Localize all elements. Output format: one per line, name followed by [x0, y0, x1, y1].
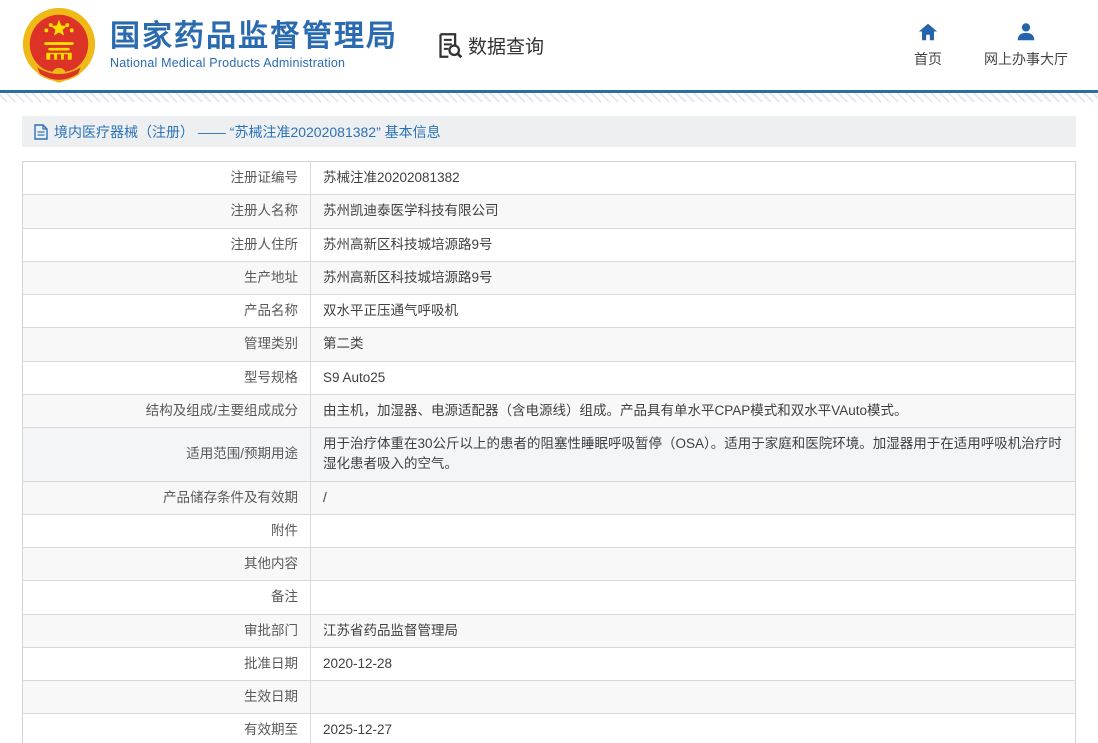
table-row: 审批部门 江苏省药品监督管理局: [22, 613, 1076, 648]
row-label: 备注: [271, 589, 298, 605]
row-value: 苏州凯迪泰医学科技有限公司: [323, 203, 499, 219]
hatch-pattern-band: [0, 93, 1098, 102]
row-value: 苏州高新区科技城培源路9号: [323, 236, 493, 252]
table-row: 备注: [22, 580, 1076, 614]
table-row: 产品储存条件及有效期 /: [22, 480, 1076, 515]
top-nav: 首页 网上办事大厅: [914, 21, 1068, 69]
table-row: 管理类别 第二类: [22, 327, 1076, 361]
row-label: 产品储存条件及有效期: [163, 489, 298, 505]
table-row: 生产地址 苏州高新区科技城培源路9号: [22, 260, 1076, 295]
data-query-tab[interactable]: 数据查询: [436, 32, 544, 59]
table-row: 型号规格 S9 Auto25: [22, 360, 1076, 395]
row-value: 2020-12-28: [323, 655, 393, 671]
data-query-label: 数据查询: [468, 36, 545, 58]
table-row: 附件: [22, 513, 1076, 548]
table-row: 适用范围/预期用途 用于治疗体重在30公斤以上的患者的阻塞性睡眠呼吸暂停（OSA…: [22, 427, 1076, 481]
row-value: 由主机，加湿器、电源适配器（含电源线）组成。产品具有单水平CPAP模式和双水平V…: [323, 402, 908, 418]
org-name-en: National Medical Products Administration: [110, 56, 346, 70]
row-value: 第二类: [323, 336, 364, 352]
org-title-block: 国家药品监督管理局 National Medical Products Admi…: [110, 20, 398, 70]
row-label: 注册证编号: [230, 170, 299, 185]
org-name-zh: 国家药品监督管理局: [110, 20, 398, 53]
row-value: 苏械注准20202081382: [323, 170, 460, 185]
row-label: 产品名称: [244, 303, 298, 318]
row-label: 型号规格: [244, 369, 298, 385]
page-title: 境内医疗器械（注册） —— “苏械注准20202081382” 基本信息: [54, 123, 441, 140]
row-label: 有效期至: [244, 722, 298, 738]
row-label: 生效日期: [244, 689, 298, 704]
table-row: 有效期至 2025-12-27: [22, 713, 1076, 743]
registration-info-table: 注册证编号 苏械注准20202081382 注册人名称 苏州凯迪泰医学科技有限公…: [22, 161, 1076, 743]
row-value: /: [323, 489, 327, 505]
row-label: 批准日期: [244, 655, 298, 671]
main-content: 境内医疗器械（注册） —— “苏械注准20202081382” 基本信息 注册证…: [0, 102, 1098, 743]
table-row: 注册证编号 苏械注准20202081382: [22, 161, 1076, 195]
row-value: S9 Auto25: [323, 369, 386, 385]
row-label: 管理类别: [244, 336, 298, 352]
document-search-icon: [439, 32, 463, 58]
row-value: 双水平正压通气呼吸机: [323, 303, 458, 318]
page-title-bar: 境内医疗器械（注册） —— “苏械注准20202081382” 基本信息: [22, 116, 1076, 147]
row-label: 注册人名称: [230, 203, 299, 219]
row-label: 适用范围/预期用途: [186, 446, 298, 462]
row-label: 生产地址: [244, 269, 298, 285]
row-label: 其他内容: [244, 556, 298, 571]
table-row: 产品名称 双水平正压通气呼吸机: [22, 293, 1076, 328]
nav-service-hall[interactable]: 网上办事大厅: [984, 21, 1068, 69]
person-icon: [1017, 23, 1035, 41]
table-row: 结构及组成/主要组成成分 由主机，加湿器、电源适配器（含电源线）组成。产品具有单…: [22, 393, 1076, 428]
table-row: 批准日期 2020-12-28: [22, 646, 1076, 681]
document-icon: [34, 123, 48, 140]
table-row: 注册人名称 苏州凯迪泰医学科技有限公司: [22, 194, 1076, 228]
row-value: 2025-12-27: [323, 722, 393, 738]
row-label: 附件: [271, 522, 298, 538]
table-row: 其他内容: [22, 546, 1076, 581]
nav-home-label: 首页: [914, 51, 942, 67]
row-value: 苏州高新区科技城培源路9号: [323, 269, 493, 285]
national-emblem-logo: [22, 7, 96, 83]
site-header: 国家药品监督管理局 National Medical Products Admi…: [0, 0, 1098, 90]
row-value: 用于治疗体重在30公斤以上的患者的阻塞性睡眠呼吸暂停（OSA）。适用于家庭和医院…: [323, 436, 1062, 472]
row-value: 江苏省药品监督管理局: [323, 622, 458, 638]
table-row: 注册人住所 苏州高新区科技城培源路9号: [22, 227, 1076, 262]
row-label: 结构及组成/主要组成成分: [145, 402, 298, 418]
row-label: 注册人住所: [230, 236, 299, 252]
home-icon: [918, 23, 938, 41]
nav-service-hall-label: 网上办事大厅: [984, 51, 1068, 67]
row-label: 审批部门: [244, 622, 298, 638]
table-row: 生效日期: [22, 679, 1076, 714]
nav-home[interactable]: 首页: [914, 21, 942, 69]
